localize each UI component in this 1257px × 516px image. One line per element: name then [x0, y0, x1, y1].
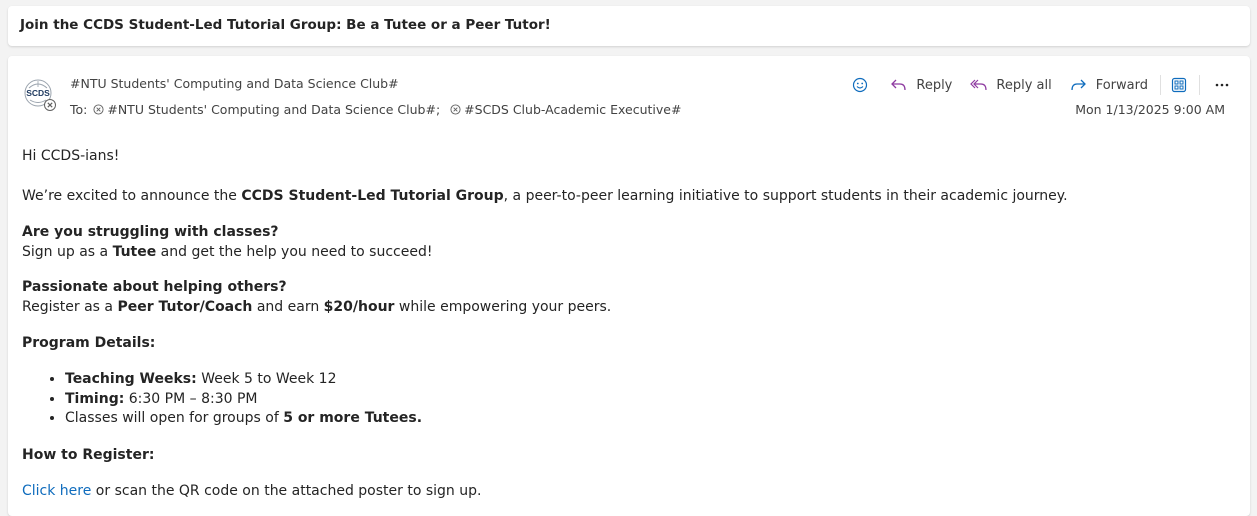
reply-all-label: Reply all [996, 77, 1052, 93]
tutor-paragraph: Register as a Peer Tutor/Coach and earn … [22, 299, 612, 315]
more-actions-button[interactable] [1214, 77, 1230, 93]
toolbar-divider [1199, 75, 1200, 95]
intro-text-end: , a peer-to-peer learning initiative to … [503, 188, 1068, 204]
tutee-heading: Are you struggling with classes? [22, 224, 279, 240]
toolbar-divider [1160, 75, 1161, 95]
reply-button[interactable]: Reply [890, 77, 952, 93]
recipient-1[interactable]: #NTU Students' Computing and Data Scienc… [107, 102, 440, 117]
program-details-list: Teaching Weeks: Week 5 to Week 12 Timing… [22, 370, 1222, 429]
sender-name[interactable]: #NTU Students' Computing and Data Scienc… [70, 76, 399, 91]
forward-label: Forward [1095, 77, 1148, 93]
program-details-heading: Program Details: [22, 335, 156, 351]
react-button[interactable] [852, 77, 868, 93]
forward-icon [1071, 79, 1086, 91]
apps-grid-icon [1171, 77, 1187, 93]
blocked-sender-icon [450, 104, 461, 115]
apps-button[interactable] [1171, 77, 1187, 93]
blocked-sender-icon [93, 104, 104, 115]
avatar-text: SCDS [26, 88, 50, 98]
recipients-line: To: #NTU Students' Computing and Data Sc… [70, 102, 681, 117]
list-item: Classes will open for groups of 5 or mor… [65, 409, 1222, 429]
recipient-2[interactable]: #SCDS Club-Academic Executive# [464, 102, 681, 117]
reply-label: Reply [916, 77, 953, 93]
greeting: Hi CCDS-ians! [22, 148, 120, 164]
reply-icon [891, 79, 907, 91]
more-icon [1215, 83, 1229, 87]
intro-paragraph: We’re excited to announce the CCDS Stude… [22, 186, 1222, 206]
tutee-paragraph: Sign up as a Tutee and get the help you … [22, 244, 433, 260]
intro-text: We’re excited to announce the [22, 188, 242, 204]
forward-button[interactable]: Forward [1070, 77, 1148, 93]
email-reading-pane: SCDS #NTU Students' Computing and Data S… [8, 56, 1250, 516]
email-body: Hi CCDS-ians! We’re excited to announce … [22, 146, 1222, 501]
list-item: Teaching Weeks: Week 5 to Week 12 [65, 370, 1222, 390]
smiley-icon [853, 77, 868, 93]
reply-all-button[interactable]: Reply all [970, 77, 1052, 93]
email-subject: Join the CCDS Student-Led Tutorial Group… [8, 6, 1250, 46]
intro-bold: CCDS Student-Led Tutorial Group [241, 188, 504, 204]
register-heading: How to Register: [22, 446, 155, 463]
to-label: To: [70, 102, 88, 117]
message-actions-toolbar: Reply Reply all Forward [842, 73, 1230, 97]
tutor-heading: Passionate about helping others? [22, 279, 287, 295]
sent-date: Mon 1/13/2025 9:00 AM [1075, 102, 1225, 117]
list-item: Timing: 6:30 PM – 8:30 PM [65, 390, 1222, 410]
register-text: or scan the QR code on the attached post… [91, 482, 482, 499]
sender-avatar[interactable]: SCDS [23, 78, 57, 112]
register-link[interactable]: Click here [22, 483, 91, 499]
reply-all-icon [970, 79, 987, 91]
